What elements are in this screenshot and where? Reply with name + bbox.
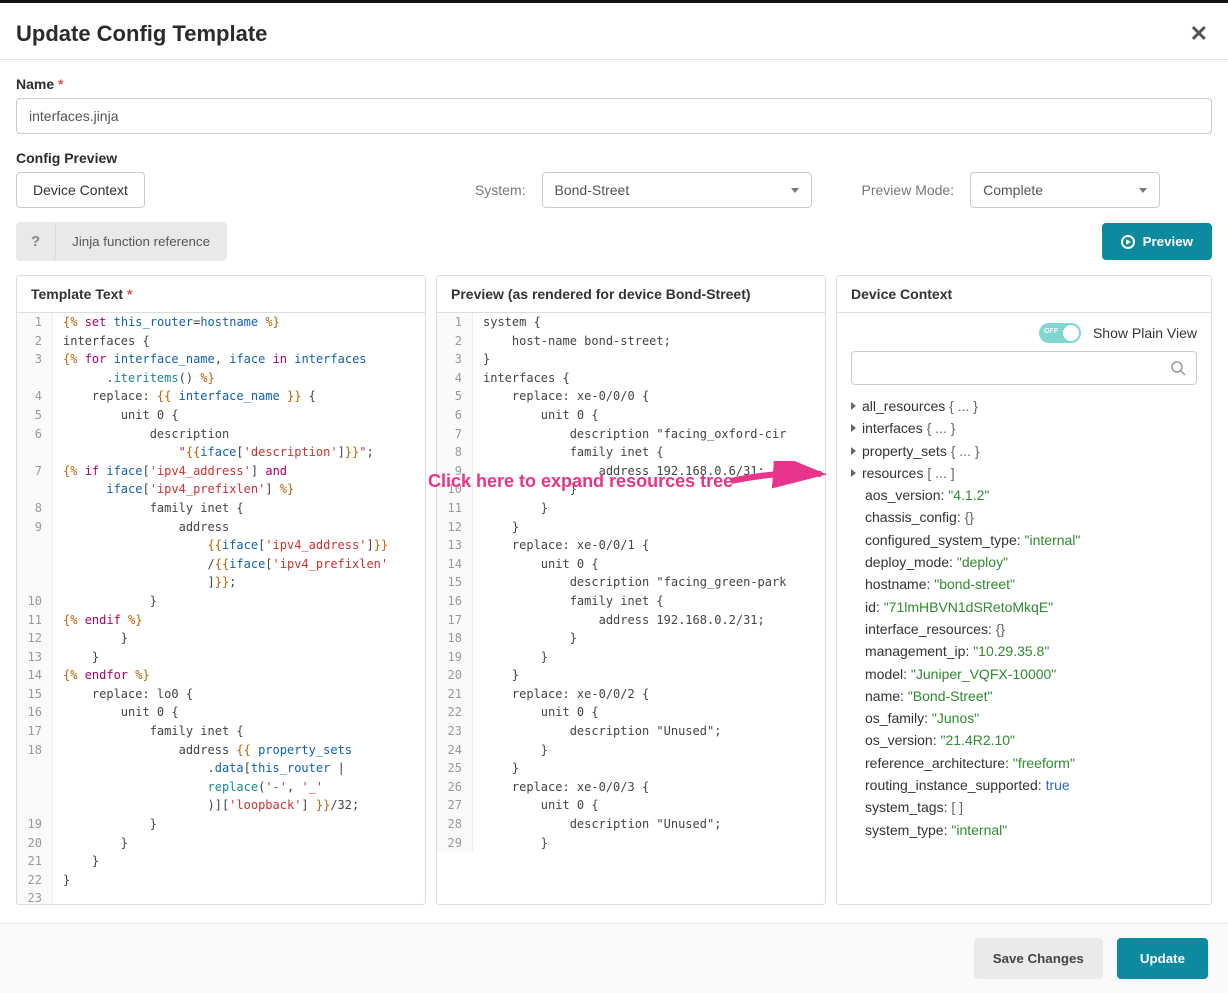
preview-button[interactable]: Preview [1102, 223, 1212, 260]
device-context-header: Device Context [837, 276, 1211, 313]
tree-kv-deploy_mode: deploy_mode: "deploy" [851, 551, 1197, 573]
preview-output: 1system {2 host-name bond-street;3}4inte… [437, 313, 825, 904]
plain-view-label: Show Plain View [1093, 325, 1197, 341]
name-input[interactable] [16, 98, 1212, 134]
tree-kv-management_ip: management_ip: "10.29.35.8" [851, 640, 1197, 662]
update-button[interactable]: Update [1117, 938, 1208, 979]
preview-panel: Preview (as rendered for device Bond-Str… [436, 275, 826, 905]
tree-kv-system_tags: system_tags: [ ] [851, 796, 1197, 818]
modal-footer: Save Changes Update [0, 923, 1228, 993]
tree-kv-id: id: "71lmHBVN1dSRetoMkqE" [851, 596, 1197, 618]
modal-title: Update Config Template [16, 21, 267, 47]
preview-mode-select[interactable]: Complete [970, 172, 1160, 208]
system-select[interactable]: Bond-Street [542, 172, 812, 208]
preview-mode-label: Preview Mode: [862, 182, 955, 198]
close-icon[interactable]: ✕ [1190, 21, 1208, 47]
tree-kv-routing_instance_supported: routing_instance_supported: true [851, 774, 1197, 796]
tree-node-all_resources[interactable]: all_resources { ... } [851, 395, 1197, 417]
jinja-ref-button[interactable]: Jinja function reference [55, 222, 227, 261]
modal-header: Update Config Template ✕ [0, 3, 1228, 60]
context-search-input[interactable] [851, 351, 1197, 385]
save-changes-button[interactable]: Save Changes [974, 938, 1103, 979]
search-icon [1170, 360, 1186, 376]
preview-header: Preview (as rendered for device Bond-Str… [437, 276, 825, 313]
system-label: System: [475, 182, 526, 198]
tree-kv-interface_resources: interface_resources: {} [851, 618, 1197, 640]
tree-kv-aos_version: aos_version: "4.1.2" [851, 484, 1197, 506]
template-editor[interactable]: 1{% set this_router=hostname %}2interfac… [17, 313, 425, 904]
tree-kv-reference_architecture: reference_architecture: "freeform" [851, 752, 1197, 774]
plain-view-toggle[interactable]: OFF [1039, 323, 1081, 343]
tree-node-resources[interactable]: resources [ ... ] [851, 462, 1197, 484]
device-context-panel: Device Context OFF Show Plain View all_r… [836, 275, 1212, 905]
config-preview-label: Config Preview [16, 150, 1212, 166]
tree-kv-os_version: os_version: "21.4R2.10" [851, 729, 1197, 751]
name-label: Name * [16, 76, 1212, 92]
tree-kv-os_family: os_family: "Junos" [851, 707, 1197, 729]
help-button[interactable]: ? [16, 222, 55, 261]
template-text-panel: Template Text * 1{% set this_router=host… [16, 275, 426, 905]
device-context-tree[interactable]: all_resources { ... }interfaces { ... }p… [837, 395, 1211, 855]
device-context-button[interactable]: Device Context [16, 172, 145, 208]
tree-node-interfaces[interactable]: interfaces { ... } [851, 417, 1197, 439]
tree-kv-model: model: "Juniper_VQFX-10000" [851, 663, 1197, 685]
tree-node-property_sets[interactable]: property_sets { ... } [851, 440, 1197, 462]
tree-kv-hostname: hostname: "bond-street" [851, 573, 1197, 595]
tree-kv-system_type: system_type: "internal" [851, 819, 1197, 841]
play-icon [1126, 239, 1131, 245]
template-text-header: Template Text * [17, 276, 425, 313]
tree-kv-configured_system_type: configured_system_type: "internal" [851, 529, 1197, 551]
caret-down-icon [791, 188, 799, 193]
caret-down-icon [1139, 188, 1147, 193]
tree-kv-name: name: "Bond-Street" [851, 685, 1197, 707]
tree-kv-chassis_config: chassis_config: {} [851, 506, 1197, 528]
